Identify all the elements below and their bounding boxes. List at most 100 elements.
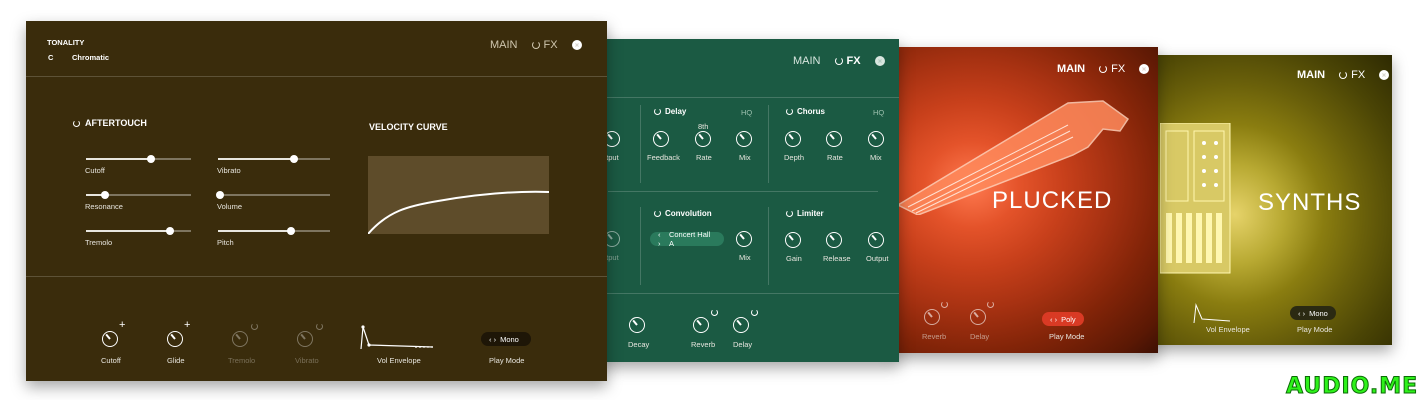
tab-main[interactable]: MAIN — [490, 39, 518, 51]
power-icon[interactable] — [987, 301, 994, 308]
rate-knob[interactable] — [695, 131, 711, 147]
power-icon[interactable] — [316, 323, 323, 330]
settings-icon[interactable] — [1139, 64, 1150, 74]
delay-hq-label[interactable]: HQ — [741, 108, 752, 117]
decay-knob[interactable] — [629, 317, 645, 333]
watermark-logo: AUDIO.ME — [1285, 374, 1419, 400]
section-divider — [640, 105, 641, 183]
resonance-slider[interactable] — [86, 191, 191, 199]
reverb-knob[interactable] — [924, 309, 940, 325]
vibrato-knob[interactable] — [297, 331, 313, 347]
mix-label: Mix — [739, 153, 751, 162]
settings-icon[interactable] — [571, 40, 582, 50]
velocity-curve-title: VELOCITY CURVE — [369, 122, 448, 132]
pitch-slider-label: Pitch — [217, 238, 234, 247]
reverb-label: Reverb — [922, 332, 947, 341]
mid-divider — [608, 191, 878, 192]
main-header: MAIN FX — [490, 39, 582, 51]
synthesizer-illustration — [1160, 123, 1231, 274]
settings-icon[interactable] — [874, 56, 885, 66]
release-knob[interactable] — [826, 232, 842, 248]
power-icon[interactable] — [751, 309, 758, 316]
reverb-knob[interactable] — [693, 317, 709, 333]
pitch-slider[interactable] — [218, 227, 330, 235]
vibrato-slider[interactable] — [218, 155, 330, 163]
rate-value: 8th — [698, 122, 709, 131]
settings-icon[interactable] — [1379, 70, 1390, 80]
fx-label: FX — [543, 39, 558, 51]
tab-fx[interactable]: FX — [834, 55, 861, 67]
slider-thumb[interactable] — [290, 155, 299, 163]
arrows-icon: ‹ › — [1050, 314, 1058, 324]
power-icon[interactable] — [786, 210, 793, 217]
depth-knob[interactable] — [785, 131, 801, 147]
play-mode-select[interactable]: ‹ › Mono — [1290, 306, 1336, 320]
bottom-divider — [26, 276, 607, 277]
play-mode-select[interactable]: ‹ › Poly — [1042, 312, 1084, 326]
marketing-composite: MAIN FX SYNTHS Vol Envelope ‹ › Mono Pla… — [0, 0, 1420, 400]
power-icon — [834, 57, 843, 65]
key-value[interactable]: C — [48, 53, 53, 62]
power-icon[interactable] — [251, 323, 258, 330]
play-mode-select[interactable]: ‹ › Mono — [481, 332, 531, 346]
chorus-hq-label[interactable]: HQ — [873, 108, 884, 117]
power-icon[interactable] — [711, 309, 718, 316]
play-mode-value: Poly — [1061, 314, 1076, 324]
power-icon[interactable] — [654, 210, 661, 217]
convolution-preset-select[interactable]: ‹ › Concert Hall A — [650, 230, 724, 248]
arrows-icon: ‹ › — [658, 230, 661, 248]
cutoff-slider[interactable] — [86, 155, 191, 163]
convolution-title: Convolution — [665, 209, 712, 218]
header-divider — [26, 76, 607, 77]
power-icon — [531, 41, 540, 49]
tab-fx[interactable]: FX — [1099, 63, 1125, 75]
play-mode-value: Mono — [500, 334, 519, 344]
delay-knob[interactable] — [733, 317, 749, 333]
fx-label: FX — [1111, 63, 1126, 75]
add-modulation-icon[interactable]: + — [119, 319, 125, 331]
feedback-knob[interactable] — [653, 131, 669, 147]
mix-knob[interactable] — [736, 131, 752, 147]
limiter-output-knob[interactable] — [868, 232, 884, 248]
delay-knob[interactable] — [970, 309, 986, 325]
chorus-rate-knob[interactable] — [826, 131, 842, 147]
chorus-mix-knob[interactable] — [868, 131, 884, 147]
limiter-title: Limiter — [797, 209, 824, 218]
tab-main[interactable]: MAIN — [1297, 69, 1325, 81]
glide-knob-label: Glide — [167, 356, 185, 365]
volume-slider[interactable] — [216, 191, 330, 199]
play-mode-label: Play Mode — [1297, 325, 1333, 334]
scale-value[interactable]: Chromatic — [72, 53, 109, 62]
slider-thumb[interactable] — [100, 191, 109, 199]
envelope-label: Vol Envelope — [1206, 325, 1250, 334]
convolution-mix-knob[interactable] — [736, 231, 752, 247]
glide-knob[interactable] — [167, 331, 183, 347]
vol-envelope-graph[interactable] — [359, 325, 435, 351]
power-icon[interactable] — [786, 108, 793, 115]
bottom-divider — [598, 293, 899, 294]
gain-knob[interactable] — [785, 232, 801, 248]
top-divider — [598, 97, 899, 98]
slider-thumb[interactable] — [286, 227, 295, 235]
cutoff-knob[interactable] — [102, 331, 118, 347]
tab-main[interactable]: MAIN — [1057, 63, 1085, 75]
fx-panel: MAIN FX utput Delay HQ 8th Feedback Rate… — [598, 39, 899, 362]
power-icon[interactable] — [654, 108, 661, 115]
tab-fx[interactable]: FX — [531, 39, 558, 51]
arrows-icon: ‹ › — [489, 334, 497, 344]
slider-thumb[interactable] — [147, 155, 156, 163]
slider-thumb[interactable] — [166, 227, 174, 235]
tremolo-knob[interactable] — [232, 331, 248, 347]
aftertouch-power-icon[interactable] — [73, 120, 80, 127]
slider-thumb[interactable] — [216, 191, 225, 199]
section-divider — [768, 207, 769, 285]
tab-main[interactable]: MAIN — [793, 55, 821, 67]
velocity-curve-graph[interactable] — [368, 156, 549, 234]
aftertouch-title: AFTERTOUCH — [85, 118, 147, 128]
power-icon[interactable] — [941, 301, 948, 308]
section-divider — [768, 105, 769, 183]
tremolo-slider[interactable] — [86, 227, 191, 235]
main-panel: TONALITY C Chromatic MAIN FX AFTERTOUCH … — [26, 21, 607, 381]
tab-fx[interactable]: FX — [1339, 69, 1365, 81]
add-modulation-icon[interactable]: + — [184, 319, 190, 331]
